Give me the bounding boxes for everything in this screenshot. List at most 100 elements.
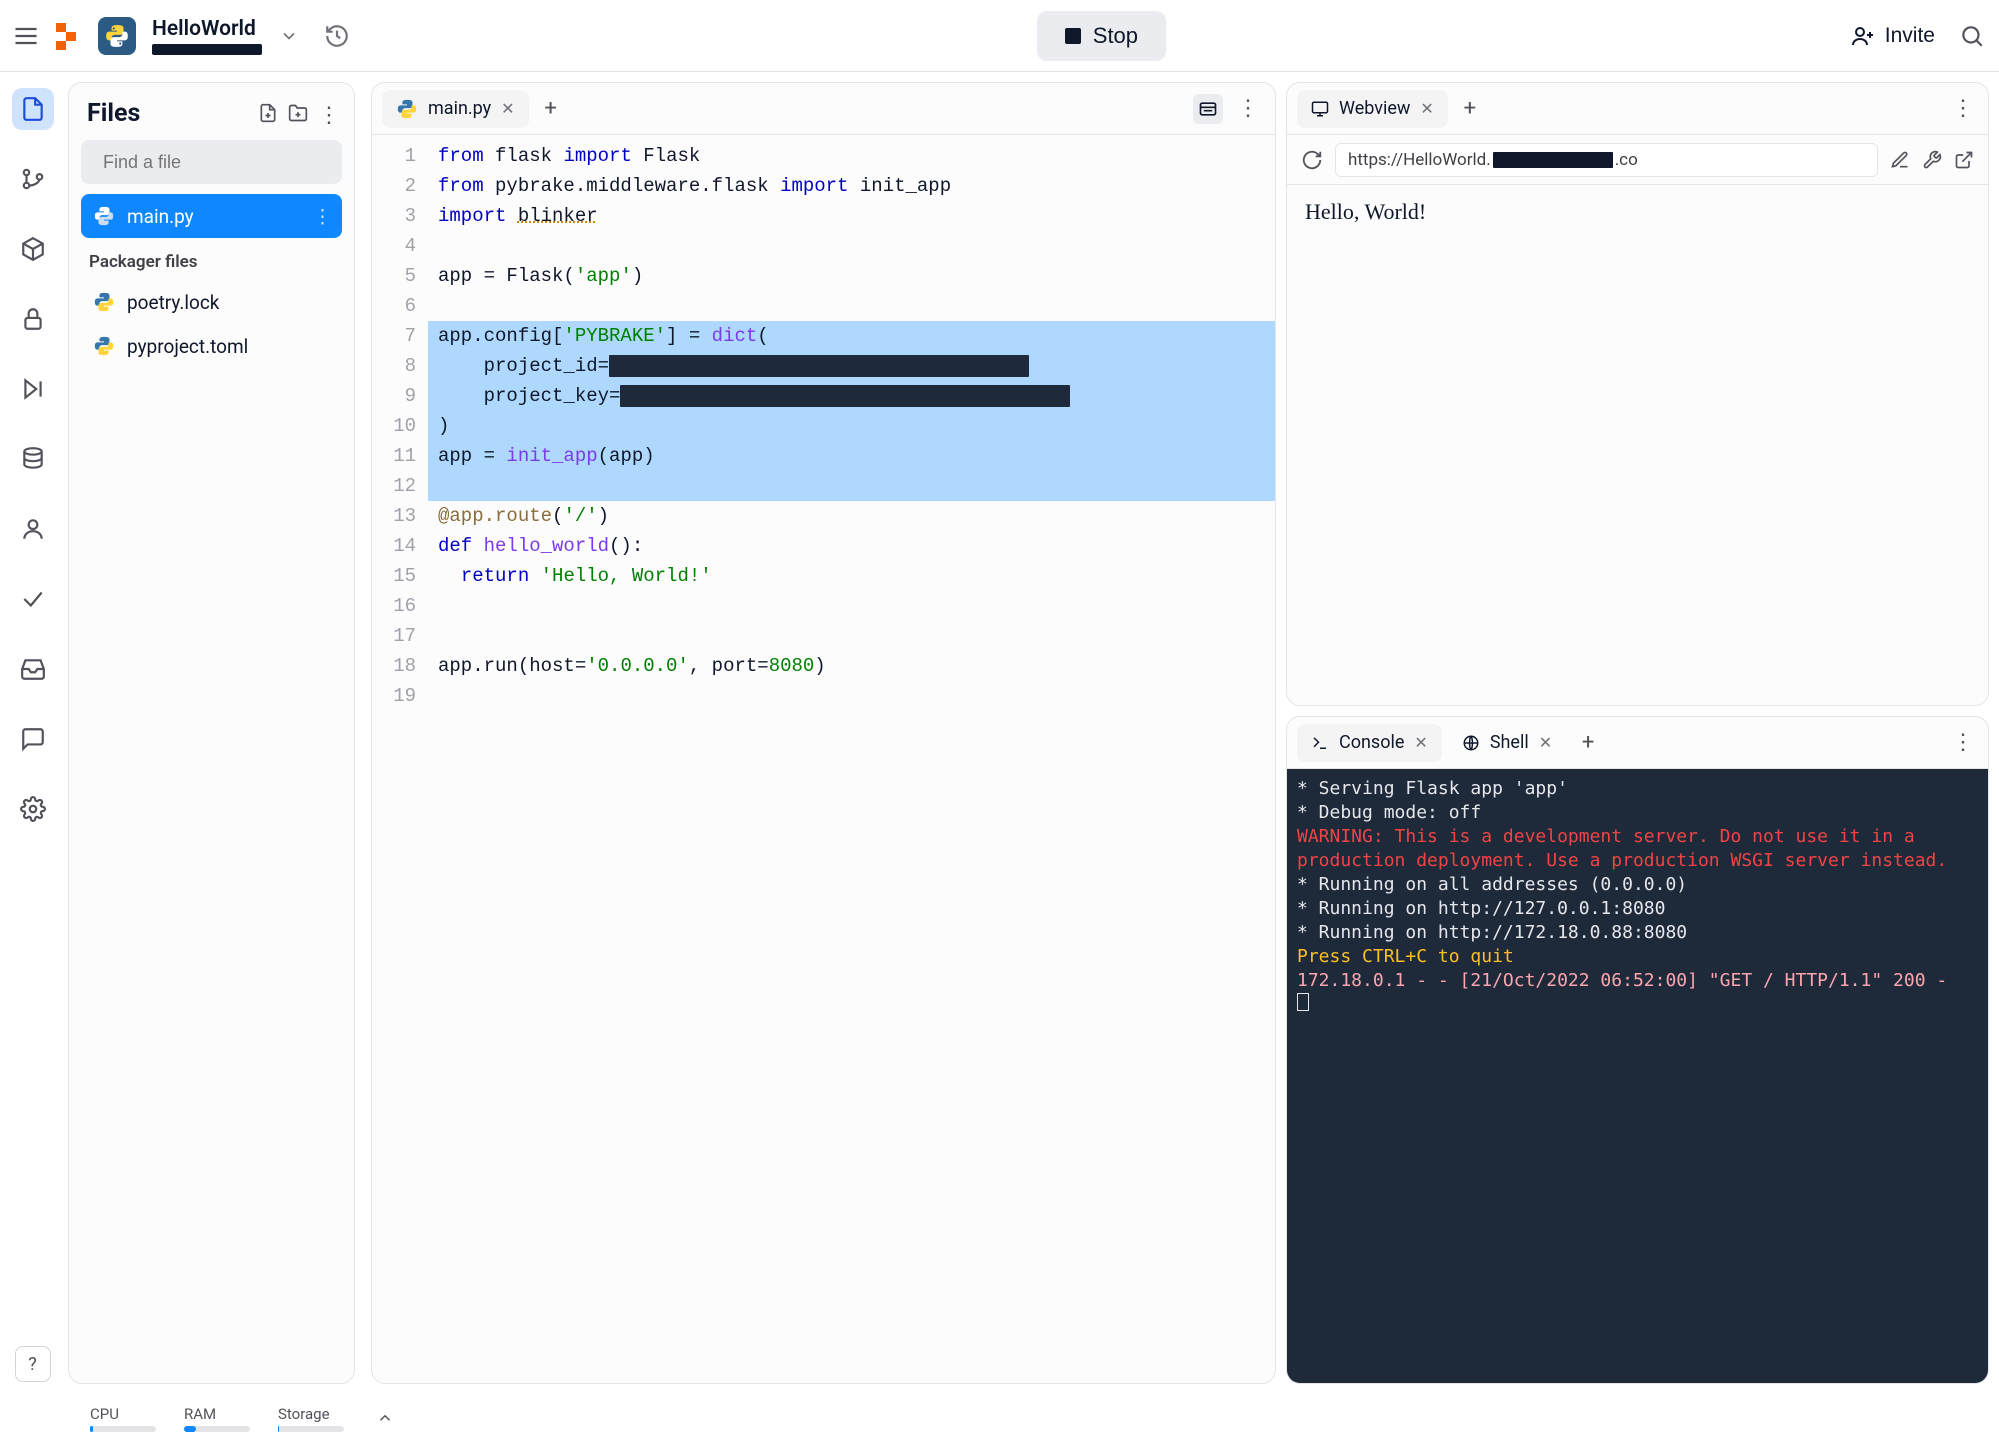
tab-close-button[interactable]: ✕ (1420, 99, 1433, 118)
edit-url-button[interactable] (1890, 150, 1910, 170)
rail-account[interactable] (12, 508, 54, 550)
tab-close-button[interactable]: ✕ (501, 99, 514, 118)
devtools-button[interactable] (1922, 150, 1942, 170)
terminal-icon (1311, 734, 1329, 752)
file-search-box[interactable] (81, 140, 342, 184)
url-input[interactable]: https://HelloWorld..co (1335, 143, 1878, 177)
shell-tab-label: Shell (1490, 732, 1529, 753)
new-file-button[interactable] (258, 103, 280, 125)
rail-checks[interactable] (12, 578, 54, 620)
python-icon (93, 205, 115, 227)
code-area[interactable]: 1234567891011121314▼1516171819 from flas… (372, 135, 1275, 1383)
stop-button[interactable]: Stop (1037, 11, 1166, 61)
expand-status-button[interactable] (376, 1409, 394, 1427)
rail-packages[interactable] (12, 228, 54, 270)
file-item-pyproject-toml[interactable]: pyproject.toml (81, 324, 342, 368)
editor-tab-bar: main.py ✕ + ⋮ (372, 83, 1275, 135)
tab-label: main.py (428, 98, 491, 119)
monitor-icon (1311, 100, 1329, 118)
rail-files[interactable] (12, 88, 54, 130)
tab-main-py[interactable]: main.py ✕ (382, 90, 529, 128)
ram-meter[interactable]: RAM (184, 1405, 250, 1432)
new-folder-button[interactable] (288, 103, 310, 125)
project-dropdown-button[interactable] (276, 23, 302, 49)
inbox-icon (20, 656, 46, 682)
rail-run[interactable] (12, 368, 54, 410)
right-column: Webview ✕ + ⋮ https://HelloWorld..co (1286, 82, 1989, 1384)
branch-icon (20, 166, 46, 192)
tab-close-button[interactable]: ✕ (1539, 733, 1552, 752)
rail-secrets[interactable] (12, 298, 54, 340)
console-more-button[interactable]: ⋮ (1952, 730, 1978, 755)
files-header: Files ⋮ (69, 83, 354, 140)
activity-rail: ? (0, 72, 66, 1394)
history-button[interactable] (322, 21, 352, 51)
console-output[interactable]: * Serving Flask app 'app' * Debug mode: … (1287, 769, 1988, 1383)
play-next-icon (20, 376, 46, 402)
cpu-meter[interactable]: CPU (90, 1405, 156, 1432)
invite-label: Invite (1885, 24, 1935, 48)
new-tab-button[interactable]: + (535, 93, 567, 125)
rail-chat[interactable] (12, 718, 54, 760)
webview-url-row: https://HelloWorld..co (1287, 135, 1988, 185)
rail-settings[interactable] (12, 788, 54, 830)
new-tab-button[interactable]: + (1454, 93, 1486, 125)
user-plus-icon (1851, 24, 1875, 48)
gear-icon (20, 796, 46, 822)
rail-database[interactable] (12, 438, 54, 480)
webview-more-button[interactable]: ⋮ (1952, 96, 1978, 121)
check-icon (20, 586, 46, 612)
webview-tab-label: Webview (1339, 98, 1410, 119)
webview-panel: Webview ✕ + ⋮ https://HelloWorld..co (1286, 82, 1989, 706)
shell-icon (1462, 734, 1480, 752)
python-icon (396, 98, 418, 120)
user-icon (20, 516, 46, 542)
console-tab-label: Console (1339, 732, 1404, 753)
file-search-input[interactable] (103, 152, 335, 173)
storage-meter[interactable]: Storage (278, 1405, 344, 1432)
replit-logo-icon[interactable] (54, 21, 84, 51)
python-badge-icon (98, 17, 136, 55)
global-search-button[interactable] (1957, 21, 1987, 51)
file-item-poetry-lock[interactable]: poetry.lock (81, 280, 342, 324)
help-button[interactable]: ? (15, 1346, 51, 1382)
project-title: HelloWorld (152, 17, 262, 41)
top-bar: HelloWorld Stop Invite (0, 0, 1999, 72)
project-subtitle-redacted (152, 44, 262, 55)
python-icon (93, 335, 115, 357)
tab-webview[interactable]: Webview ✕ (1297, 90, 1448, 128)
menu-button[interactable] (12, 22, 40, 50)
chat-icon (20, 726, 46, 752)
tab-close-button[interactable]: ✕ (1414, 733, 1427, 752)
stop-label: Stop (1093, 23, 1138, 49)
code-lines[interactable]: from flask import Flaskfrom pybrake.midd… (428, 135, 1275, 1383)
database-icon (20, 446, 46, 472)
webview-body: Hello, World! (1287, 185, 1988, 705)
open-external-button[interactable] (1954, 150, 1974, 170)
tab-shell[interactable]: Shell ✕ (1448, 724, 1566, 762)
new-tab-button[interactable]: + (1572, 727, 1604, 759)
console-cursor (1297, 993, 1309, 1011)
rail-version-control[interactable] (12, 158, 54, 200)
status-bar: CPU RAM Storage (0, 1394, 1999, 1442)
stop-icon (1065, 28, 1081, 44)
project-title-block: HelloWorld (152, 17, 262, 55)
rail-inbox[interactable] (12, 648, 54, 690)
files-panel: Files ⋮ main.py ⋮ Packager files poetry.… (68, 82, 355, 1384)
editor-panel: main.py ✕ + ⋮ 1234567891011121314▼151617… (371, 82, 1276, 1384)
files-more-button[interactable]: ⋮ (318, 103, 340, 125)
file-icon (20, 96, 46, 122)
line-gutter: 1234567891011121314▼1516171819 (372, 135, 428, 1383)
console-panel: Console ✕ Shell ✕ + ⋮ * Serving Flask ap… (1286, 716, 1989, 1384)
markdown-preview-button[interactable] (1193, 94, 1223, 124)
webview-text: Hello, World! (1305, 199, 1426, 224)
file-item-main-py[interactable]: main.py ⋮ (81, 194, 342, 238)
packager-section-label: Packager files (89, 252, 334, 272)
invite-button[interactable]: Invite (1851, 24, 1935, 48)
editor-more-button[interactable]: ⋮ (1237, 96, 1257, 121)
file-more-icon[interactable]: ⋮ (313, 205, 332, 228)
lock-icon (20, 306, 46, 332)
reload-button[interactable] (1301, 149, 1323, 171)
package-icon (20, 236, 46, 262)
tab-console[interactable]: Console ✕ (1297, 724, 1442, 762)
